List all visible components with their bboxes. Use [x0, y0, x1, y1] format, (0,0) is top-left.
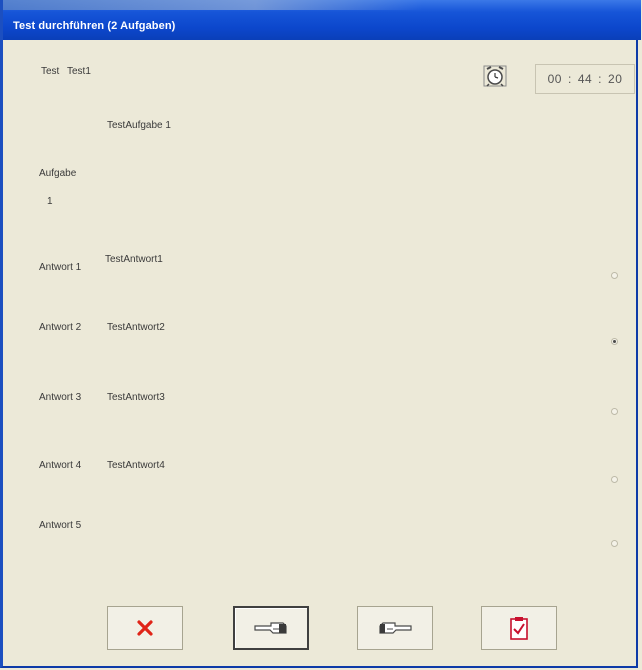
answer-1-text: TestAntwort1: [105, 254, 163, 265]
test-name: Test1: [67, 66, 91, 77]
clipboard-check-icon: [510, 617, 528, 640]
answer-4-radio[interactable]: [611, 476, 618, 483]
cancel-button[interactable]: [107, 606, 183, 650]
hand-pointing-right-icon: [379, 622, 412, 634]
timer-seconds: 20: [608, 72, 623, 86]
answer-5-radio[interactable]: [611, 540, 618, 547]
close-x-icon: [137, 620, 153, 636]
timer-separator: :: [598, 72, 603, 86]
timer-separator: :: [567, 72, 572, 86]
answer-4-label: Antwort 4: [39, 460, 82, 471]
previous-button[interactable]: [233, 606, 309, 650]
title-bar-highlight: [3, 0, 423, 10]
answer-2-label: Antwort 2: [39, 322, 82, 333]
task-title: TestAufgabe 1: [107, 120, 171, 131]
task-number: 1: [47, 196, 53, 207]
test-label: Test: [41, 66, 60, 77]
task-label: Aufgabe: [39, 168, 77, 179]
window-title: Test durchführen (2 Aufgaben): [13, 20, 176, 32]
title-bar[interactable]: Test durchführen (2 Aufgaben): [3, 0, 641, 40]
answer-2-text: TestAntwort2: [107, 322, 165, 333]
answer-4-text: TestAntwort4: [107, 460, 165, 471]
answer-1-radio[interactable]: [611, 272, 618, 279]
finish-button[interactable]: [481, 606, 557, 650]
hand-pointing-left-icon: [254, 622, 287, 634]
answer-3-radio[interactable]: [611, 408, 618, 415]
test-dialog-window: Test durchführen (2 Aufgaben) Test Test1…: [0, 0, 641, 668]
answer-3-label: Antwort 3: [39, 392, 82, 403]
alarm-clock-icon: [483, 65, 507, 87]
answer-2-radio[interactable]: [611, 338, 618, 345]
answer-3-text: TestAntwort3: [107, 392, 165, 403]
timer-minutes: 44: [577, 72, 593, 86]
timer-hours: 00: [547, 72, 562, 86]
answer-1-label: Antwort 1: [39, 262, 82, 273]
timer-display: 00 : 44 : 20: [535, 64, 635, 94]
next-button[interactable]: [357, 606, 433, 650]
answer-5-label: Antwort 5: [39, 520, 82, 531]
